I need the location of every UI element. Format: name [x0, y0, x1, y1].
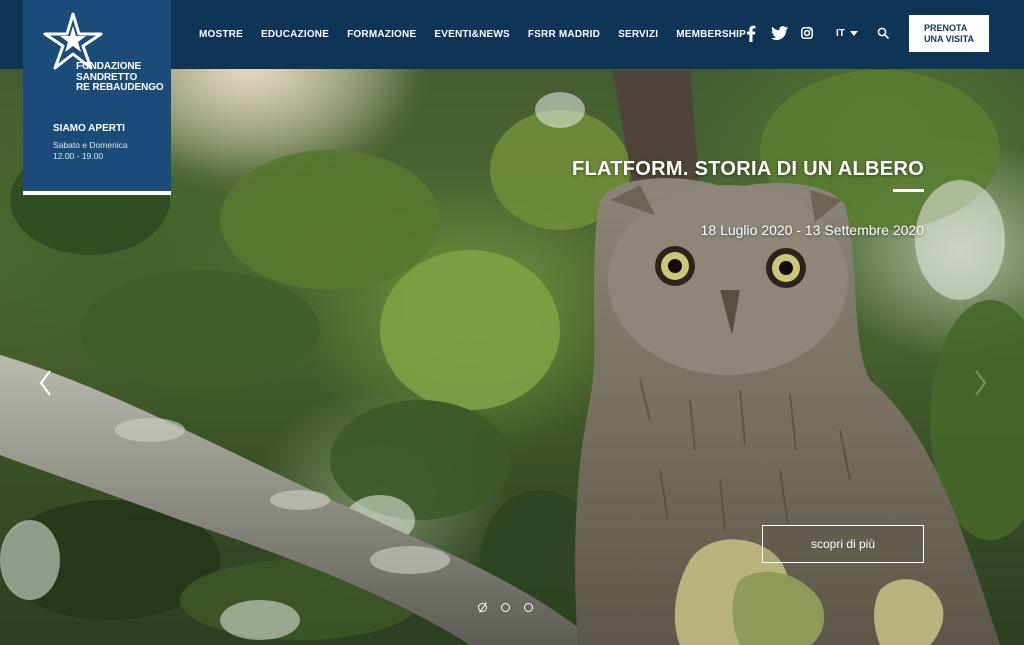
opening-hours-text: Sabato e Domenica 12.00 - 19.00 [53, 140, 128, 161]
logo-panel[interactable]: FONDAZIONE SANDRETTO RE REBAUDENGO SIAMO… [23, 0, 171, 195]
nav-item-mostre[interactable]: MOSTRE [199, 29, 243, 40]
slider-pagination [478, 603, 533, 612]
nav-item-eventi-news[interactable]: EVENTI&NEWS [434, 29, 510, 40]
twitter-icon[interactable] [770, 24, 788, 42]
slide-dot-1[interactable] [478, 603, 487, 612]
slide-dot-3[interactable] [524, 603, 533, 612]
discover-more-button[interactable]: scopri di più [762, 525, 924, 563]
foundation-name: FONDAZIONE SANDRETTO RE REBAUDENGO [76, 61, 164, 93]
book-visit-button[interactable]: PRENOTA UNA VISITA [909, 15, 989, 52]
facebook-icon[interactable] [745, 24, 757, 42]
instagram-icon[interactable] [800, 24, 813, 42]
search-icon[interactable] [877, 26, 891, 40]
main-nav: MOSTRE EDUCAZIONE FORMAZIONE EVENTI&NEWS… [199, 0, 764, 69]
language-label: IT [836, 28, 845, 39]
title-underline [893, 189, 924, 192]
language-selector[interactable]: IT [836, 28, 858, 39]
next-slide-arrow[interactable] [970, 368, 990, 398]
nav-item-membership[interactable]: MEMBERSHIP [676, 29, 746, 40]
slide-title: FLATFORM. STORIA DI UN ALBERO [571, 158, 924, 180]
slide-dates: 18 Luglio 2020 - 13 Settembre 2020 [700, 222, 924, 238]
chevron-left-icon [39, 370, 51, 396]
nav-item-servizi[interactable]: SERVIZI [618, 29, 658, 40]
nav-item-formazione[interactable]: FORMAZIONE [347, 29, 416, 40]
nav-item-educazione[interactable]: EDUCAZIONE [261, 29, 329, 40]
opening-hours-title: SIAMO APERTI [53, 123, 125, 134]
chevron-right-icon [975, 370, 987, 396]
slide-dot-2[interactable] [501, 603, 510, 612]
chevron-down-icon [849, 31, 858, 36]
previous-slide-arrow[interactable] [36, 368, 56, 398]
nav-item-fsrr-madrid[interactable]: FSRR MADRID [528, 29, 600, 40]
